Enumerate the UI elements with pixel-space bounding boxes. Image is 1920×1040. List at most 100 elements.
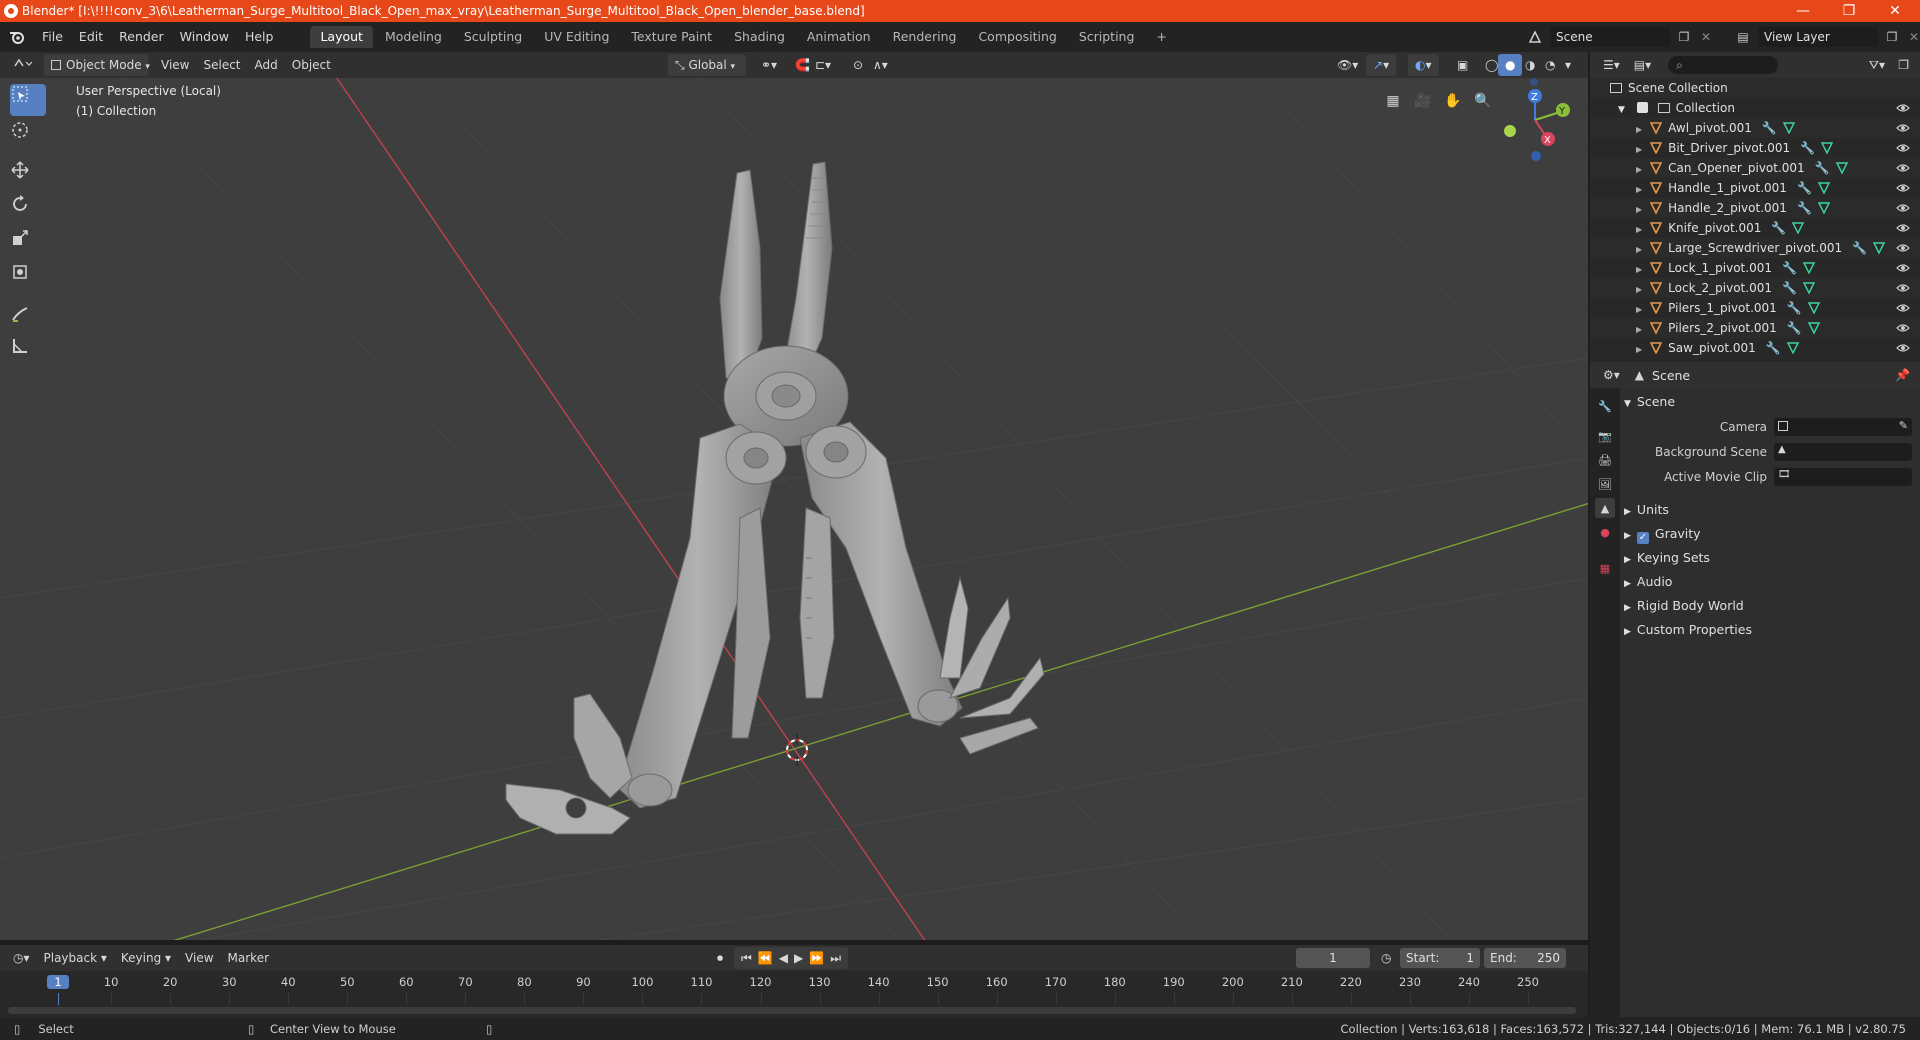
mesh-data-icon[interactable] bbox=[1820, 142, 1834, 155]
timeline-menu-playback[interactable]: Playback ▾ bbox=[37, 947, 114, 969]
gravity-panel-header[interactable]: ▶ ✓ Gravity bbox=[1624, 523, 1914, 545]
mesh-data-icon[interactable] bbox=[1807, 302, 1820, 315]
outliner-item[interactable]: ▶ Can_Opener_pivot.001 🔧 bbox=[1590, 158, 1920, 178]
mesh-data-icon[interactable] bbox=[1817, 202, 1831, 215]
gizmo-toggle-icon[interactable]: ↗▾ bbox=[1366, 54, 1397, 76]
expand-icon[interactable]: ▶ bbox=[1636, 325, 1642, 334]
eye-icon[interactable] bbox=[1896, 201, 1910, 215]
timeline-menu-marker[interactable]: Marker bbox=[221, 947, 276, 969]
blender-menu-icon[interactable] bbox=[0, 30, 34, 44]
outliner-scene-collection[interactable]: Scene Collection bbox=[1590, 78, 1920, 98]
minimize-button[interactable]: — bbox=[1780, 0, 1826, 22]
viewport-menu-add[interactable]: Add bbox=[248, 54, 285, 76]
gravity-checkbox[interactable]: ✓ bbox=[1636, 532, 1649, 544]
expand-icon[interactable]: ▶ bbox=[1636, 305, 1642, 314]
tab-layout[interactable]: Layout bbox=[310, 26, 373, 48]
rotate-tool-icon[interactable] bbox=[10, 194, 46, 226]
timeline-menu-view[interactable]: View bbox=[178, 947, 220, 969]
outliner-item[interactable]: ▶ Knife_pivot.001 🔧 bbox=[1590, 218, 1920, 238]
visibility-icon[interactable]: 👁▾ bbox=[1330, 54, 1365, 76]
expand-icon[interactable]: ▶ bbox=[1636, 125, 1642, 134]
mesh-data-icon[interactable] bbox=[1872, 242, 1886, 255]
outliner-editor-type-icon[interactable]: ☰▾ bbox=[1596, 54, 1627, 76]
transform-tool-icon[interactable] bbox=[10, 262, 46, 294]
menu-render[interactable]: Render bbox=[111, 22, 172, 52]
add-workspace-button[interactable]: + bbox=[1146, 26, 1176, 48]
viewport-menu-view[interactable]: View bbox=[154, 54, 196, 76]
eye-icon[interactable] bbox=[1896, 241, 1910, 255]
jump-end-icon[interactable]: ⏭ bbox=[830, 947, 841, 969]
display-mode-icon[interactable]: ▤▾ bbox=[1627, 54, 1658, 76]
expand-icon[interactable]: ▶ bbox=[1636, 265, 1642, 274]
expand-icon[interactable]: ▶ bbox=[1636, 205, 1642, 214]
tab-animation[interactable]: Animation bbox=[797, 26, 881, 48]
modifier-icon[interactable]: 🔧 bbox=[1787, 301, 1802, 315]
playhead[interactable] bbox=[58, 993, 59, 1005]
overlays-toggle-icon[interactable]: ◐▾ bbox=[1408, 54, 1439, 76]
timeline-scrollbar[interactable] bbox=[8, 1007, 1576, 1014]
eye-icon[interactable] bbox=[1896, 301, 1910, 315]
menu-window[interactable]: Window bbox=[172, 22, 237, 52]
modifier-icon[interactable]: 🔧 bbox=[1815, 161, 1830, 175]
cursor-tool-icon[interactable] bbox=[10, 120, 46, 152]
scene-icon[interactable] bbox=[1524, 27, 1546, 47]
camera-view-icon[interactable]: 🎥 bbox=[1410, 88, 1436, 114]
navigation-gizmo[interactable] bbox=[1504, 78, 1570, 161]
keying-sets-panel-header[interactable]: ▶ Keying Sets bbox=[1624, 547, 1914, 569]
maximize-button[interactable]: ❐ bbox=[1826, 0, 1872, 22]
scene-field[interactable]: Scene bbox=[1550, 27, 1670, 47]
eye-icon[interactable] bbox=[1896, 261, 1910, 275]
snap-target-icon[interactable]: ⊏▾ bbox=[808, 54, 838, 76]
modifier-icon[interactable]: 🔧 bbox=[1782, 281, 1797, 295]
modifier-icon[interactable]: 🔧 bbox=[1771, 221, 1786, 235]
output-tab-icon[interactable]: 🖨 bbox=[1595, 450, 1615, 470]
scene-tab-icon[interactable]: ▲ bbox=[1595, 498, 1615, 518]
scene-panel-header[interactable]: ▼ Scene bbox=[1624, 391, 1914, 413]
record-icon[interactable]: ⏺ bbox=[710, 947, 730, 969]
eye-icon[interactable] bbox=[1896, 321, 1910, 335]
pan-view-icon[interactable]: ✋ bbox=[1440, 88, 1466, 114]
eye-icon[interactable] bbox=[1896, 221, 1910, 235]
expand-icon[interactable]: ▶ bbox=[1636, 165, 1642, 174]
jump-start-icon[interactable]: ⏮ bbox=[741, 947, 752, 969]
editor-type-icon[interactable] bbox=[6, 54, 40, 76]
eyedropper-icon[interactable]: ✎ bbox=[1899, 419, 1908, 432]
custom-properties-panel-header[interactable]: ▶ Custom Properties bbox=[1624, 619, 1914, 641]
view-layer-icon[interactable]: ▤ bbox=[1732, 27, 1754, 47]
tab-shading[interactable]: Shading bbox=[724, 26, 795, 48]
expand-icon[interactable]: ▶ bbox=[1636, 245, 1642, 254]
tab-rendering[interactable]: Rendering bbox=[883, 26, 967, 48]
end-frame-field[interactable]: End: 250 bbox=[1484, 948, 1566, 968]
3d-viewport[interactable]: Z Y X User Perspective (Local) (1) Colle… bbox=[0, 78, 1588, 940]
move-tool-icon[interactable] bbox=[10, 160, 46, 192]
eye-icon[interactable] bbox=[1896, 121, 1910, 135]
audio-panel-header[interactable]: ▶ Audio bbox=[1624, 571, 1914, 593]
expand-icon[interactable]: ▶ bbox=[1636, 345, 1642, 354]
current-frame-field[interactable]: 1 bbox=[1296, 948, 1370, 968]
outliner-collection[interactable]: ▼ Collection bbox=[1590, 98, 1920, 118]
mesh-data-icon[interactable] bbox=[1792, 222, 1805, 235]
render-tab-icon[interactable]: 📷 bbox=[1595, 426, 1615, 446]
mesh-data-icon[interactable] bbox=[1802, 262, 1816, 275]
scale-tool-icon[interactable] bbox=[10, 228, 46, 260]
mesh-data-icon[interactable] bbox=[1817, 182, 1831, 195]
tab-modeling[interactable]: Modeling bbox=[375, 26, 452, 48]
outliner-item[interactable]: ▶ Pilers_2_pivot.001 🔧 bbox=[1590, 318, 1920, 338]
zoom-view-icon[interactable]: 🔍 bbox=[1470, 88, 1496, 114]
eye-icon[interactable] bbox=[1896, 341, 1910, 355]
outliner-item[interactable]: ▶ Large_Screwdriver_pivot.001 🔧 bbox=[1590, 238, 1920, 258]
view-layer-field[interactable]: View Layer bbox=[1758, 27, 1878, 47]
pin-icon[interactable]: 📌 bbox=[1895, 368, 1910, 382]
clock-icon[interactable]: ◷ bbox=[1374, 947, 1398, 969]
outliner-item[interactable]: ▶ Lock_1_pivot.001 🔧 bbox=[1590, 258, 1920, 278]
toggle-camera-view-icon[interactable]: ▦ bbox=[1380, 88, 1406, 114]
texture-tab-icon[interactable]: ▦ bbox=[1595, 558, 1615, 578]
eye-icon[interactable] bbox=[1896, 181, 1910, 195]
mesh-data-icon[interactable] bbox=[1786, 342, 1799, 355]
collection-checkbox[interactable] bbox=[1636, 102, 1648, 113]
camera-field[interactable]: ✎ bbox=[1774, 418, 1912, 436]
close-button[interactable]: ✕ bbox=[1872, 0, 1918, 22]
tab-scripting[interactable]: Scripting bbox=[1069, 26, 1145, 48]
eye-icon[interactable] bbox=[1896, 101, 1910, 115]
pivot-point-icon[interactable]: ⚭▾ bbox=[754, 54, 784, 76]
